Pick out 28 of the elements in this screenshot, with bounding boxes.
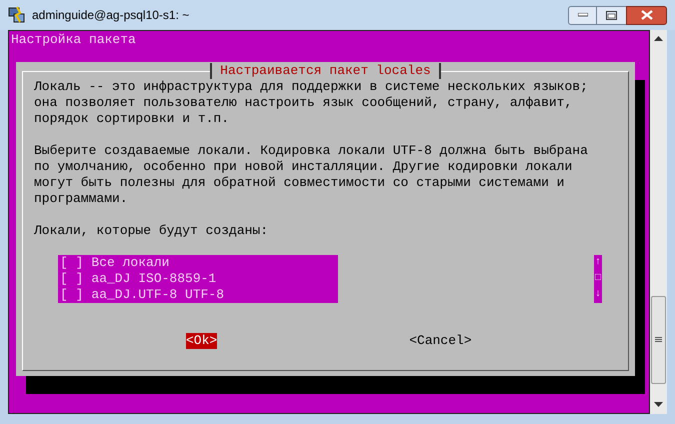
- terminal-header: Настройка пакета: [10, 31, 136, 48]
- dialog-button[interactable]: <Ok>: [186, 333, 218, 349]
- scroll-mark: □: [594, 272, 602, 286]
- scroll-mark: ↓: [594, 288, 602, 302]
- close-button[interactable]: [626, 6, 667, 24]
- dialog-paragraph: Выберите создаваемые локали. Кодировка локали UTF-8 должна быть выбрана по умолчанию, особенно при новой инсталляции. Другие кодировки локали могут быть полезны для обратной совместимости со старыми системами и программами.: [34, 143, 588, 207]
- scroll-thumb[interactable]: [651, 296, 666, 384]
- checkbox[interactable]: [ ]: [60, 255, 84, 271]
- scroll-down-icon[interactable]: [654, 402, 663, 408]
- dialog-title: Настраивается пакет locales: [210, 63, 441, 79]
- scroll-up-icon[interactable]: [654, 36, 663, 42]
- checkbox[interactable]: [ ]: [60, 287, 84, 303]
- maximize-icon: [606, 10, 617, 20]
- scroll-mark: ↑: [594, 256, 602, 270]
- grip-icon: [655, 337, 662, 343]
- maximize-button[interactable]: [597, 6, 626, 24]
- dialog-paragraph: Локаль -- это инфраструктура для поддержки в системе нескольких языков; она позволяет пользователю настроить язык сообщений, страну, алфавит, порядок сортировки и т.п.: [34, 79, 588, 127]
- minimize-icon: [578, 13, 588, 17]
- dialog-button[interactable]: <Cancel>: [409, 333, 472, 349]
- dialog-paragraph: Локали, которые будут созданы:: [34, 223, 268, 239]
- locale-option[interactable]: [ ] aa_DJ.UTF-8 UTF-8: [58, 287, 338, 303]
- locale-option[interactable]: [ ] Все локали: [58, 255, 338, 271]
- window-title: adminguide@ag-psql10-s1: ~: [32, 7, 190, 24]
- locale-option[interactable]: [ ] aa_DJ ISO-8859-1: [58, 271, 338, 287]
- close-icon: [640, 10, 652, 20]
- checkbox[interactable]: [ ]: [60, 271, 84, 287]
- terminal-app-icon: [8, 6, 26, 24]
- minimize-button[interactable]: [568, 6, 597, 24]
